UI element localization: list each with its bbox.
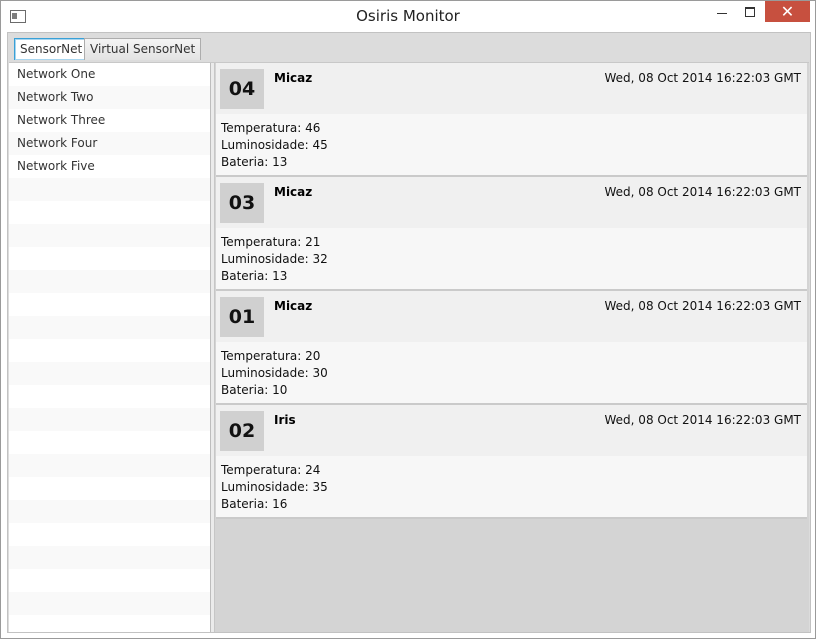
- luminosity-label: Luminosidade:: [221, 252, 309, 266]
- sensor-card-list: 04 Micaz Wed, 08 Oct 2014 16:22:03 GMT T…: [216, 63, 807, 519]
- battery-value: 10: [272, 383, 288, 397]
- sensor-readings: Temperatura: 46 Luminosidade: 45 Bateria…: [216, 114, 807, 171]
- temperature-label: Temperatura:: [221, 463, 302, 477]
- sensor-id-badge: 02: [220, 411, 264, 451]
- empty-list-row: [9, 224, 210, 247]
- minimize-button[interactable]: [708, 1, 736, 22]
- temperature-label: Temperatura:: [221, 235, 302, 249]
- sensor-card[interactable]: 01 Micaz Wed, 08 Oct 2014 16:22:03 GMT T…: [216, 291, 807, 405]
- maximize-button[interactable]: [736, 1, 764, 22]
- sensor-card[interactable]: 04 Micaz Wed, 08 Oct 2014 16:22:03 GMT T…: [216, 63, 807, 177]
- battery-reading: Bateria: 13: [221, 154, 807, 171]
- empty-list-row: [9, 615, 210, 632]
- sensor-card-header: 03 Micaz Wed, 08 Oct 2014 16:22:03 GMT: [216, 177, 807, 228]
- luminosity-value: 32: [312, 252, 328, 266]
- sensor-id-badge: 01: [220, 297, 264, 337]
- sensor-model: Iris: [274, 413, 296, 427]
- empty-list-row: [9, 546, 210, 569]
- empty-list-row: [9, 362, 210, 385]
- empty-list-row: [9, 293, 210, 316]
- battery-reading: Bateria: 16: [221, 496, 807, 513]
- tab-bar: SensorNet Virtual SensorNet: [8, 33, 810, 62]
- temperature-value: 21: [305, 235, 321, 249]
- split-pane: Network One Network Two Network Three Ne…: [9, 62, 809, 632]
- sensor-card[interactable]: 03 Micaz Wed, 08 Oct 2014 16:22:03 GMT T…: [216, 177, 807, 291]
- empty-list-row: [9, 500, 210, 523]
- temperature-value: 24: [305, 463, 321, 477]
- temperature-label: Temperatura:: [221, 121, 302, 135]
- battery-label: Bateria:: [221, 497, 269, 511]
- battery-label: Bateria:: [221, 383, 269, 397]
- empty-list-row: [9, 385, 210, 408]
- temperature-reading: Temperatura: 24: [221, 462, 807, 479]
- app-window: Osiris Monitor ✕ SensorNet Virtual Senso…: [0, 0, 816, 639]
- tab-virtual-sensornet[interactable]: Virtual SensorNet: [84, 38, 202, 60]
- network-item-three[interactable]: Network Three: [9, 109, 210, 132]
- empty-list-row: [9, 316, 210, 339]
- empty-list-row: [9, 569, 210, 592]
- battery-value: 13: [272, 269, 288, 283]
- sensor-card-header: 04 Micaz Wed, 08 Oct 2014 16:22:03 GMT: [216, 63, 807, 114]
- empty-list-row: [9, 201, 210, 224]
- sensor-model: Micaz: [274, 299, 313, 313]
- luminosity-reading: Luminosidade: 45: [221, 137, 807, 154]
- battery-reading: Bateria: 10: [221, 382, 807, 399]
- sensor-timestamp: Wed, 08 Oct 2014 16:22:03 GMT: [604, 413, 801, 427]
- empty-list-row: [9, 477, 210, 500]
- battery-label: Bateria:: [221, 155, 269, 169]
- sensor-timestamp: Wed, 08 Oct 2014 16:22:03 GMT: [604, 299, 801, 313]
- luminosity-value: 30: [312, 366, 328, 380]
- empty-list-row: [9, 592, 210, 615]
- battery-label: Bateria:: [221, 269, 269, 283]
- temperature-label: Temperatura:: [221, 349, 302, 363]
- empty-list-row: [9, 408, 210, 431]
- sensor-card[interactable]: 02 Iris Wed, 08 Oct 2014 16:22:03 GMT Te…: [216, 405, 807, 519]
- sensor-card-header: 01 Micaz Wed, 08 Oct 2014 16:22:03 GMT: [216, 291, 807, 342]
- empty-list-row: [9, 178, 210, 201]
- luminosity-reading: Luminosidade: 30: [221, 365, 807, 382]
- luminosity-reading: Luminosidade: 35: [221, 479, 807, 496]
- luminosity-value: 35: [312, 480, 328, 494]
- close-button[interactable]: ✕: [765, 1, 810, 22]
- temperature-value: 20: [305, 349, 321, 363]
- sensor-id-badge: 04: [220, 69, 264, 109]
- temperature-reading: Temperatura: 21: [221, 234, 807, 251]
- luminosity-reading: Luminosidade: 32: [221, 251, 807, 268]
- network-item-five[interactable]: Network Five: [9, 155, 210, 178]
- empty-list-row: [9, 431, 210, 454]
- sensor-readings: Temperatura: 20 Luminosidade: 30 Bateria…: [216, 342, 807, 399]
- temperature-value: 46: [305, 121, 321, 135]
- network-item-four[interactable]: Network Four: [9, 132, 210, 155]
- luminosity-value: 45: [312, 138, 328, 152]
- title-bar[interactable]: Osiris Monitor ✕: [1, 1, 815, 31]
- temperature-reading: Temperatura: 46: [221, 120, 807, 137]
- window-title: Osiris Monitor: [356, 7, 460, 25]
- sensor-model: Micaz: [274, 71, 313, 85]
- luminosity-label: Luminosidade:: [221, 480, 309, 494]
- battery-value: 13: [272, 155, 288, 169]
- empty-list-row: [9, 339, 210, 362]
- sensor-model: Micaz: [274, 185, 313, 199]
- battery-reading: Bateria: 13: [221, 268, 807, 285]
- content-area: SensorNet Virtual SensorNet Network One …: [7, 32, 811, 633]
- empty-list-row: [9, 247, 210, 270]
- network-item-two[interactable]: Network Two: [9, 86, 210, 109]
- empty-list-row: [9, 523, 210, 546]
- sensor-card-header: 02 Iris Wed, 08 Oct 2014 16:22:03 GMT: [216, 405, 807, 456]
- battery-value: 16: [272, 497, 288, 511]
- tab-sensornet[interactable]: SensorNet: [14, 38, 89, 60]
- luminosity-label: Luminosidade:: [221, 138, 309, 152]
- temperature-reading: Temperatura: 20: [221, 348, 807, 365]
- empty-list-row: [9, 270, 210, 293]
- sensor-timestamp: Wed, 08 Oct 2014 16:22:03 GMT: [604, 71, 801, 85]
- sensor-readings: Temperatura: 24 Luminosidade: 35 Bateria…: [216, 456, 807, 513]
- network-list: Network One Network Two Network Three Ne…: [9, 63, 210, 632]
- sensor-pane: 04 Micaz Wed, 08 Oct 2014 16:22:03 GMT T…: [215, 63, 809, 632]
- sensor-id-badge: 03: [220, 183, 264, 223]
- luminosity-label: Luminosidade:: [221, 366, 309, 380]
- sensor-timestamp: Wed, 08 Oct 2014 16:22:03 GMT: [604, 185, 801, 199]
- empty-list-row: [9, 454, 210, 477]
- sensor-readings: Temperatura: 21 Luminosidade: 32 Bateria…: [216, 228, 807, 285]
- network-item-one[interactable]: Network One: [9, 63, 210, 86]
